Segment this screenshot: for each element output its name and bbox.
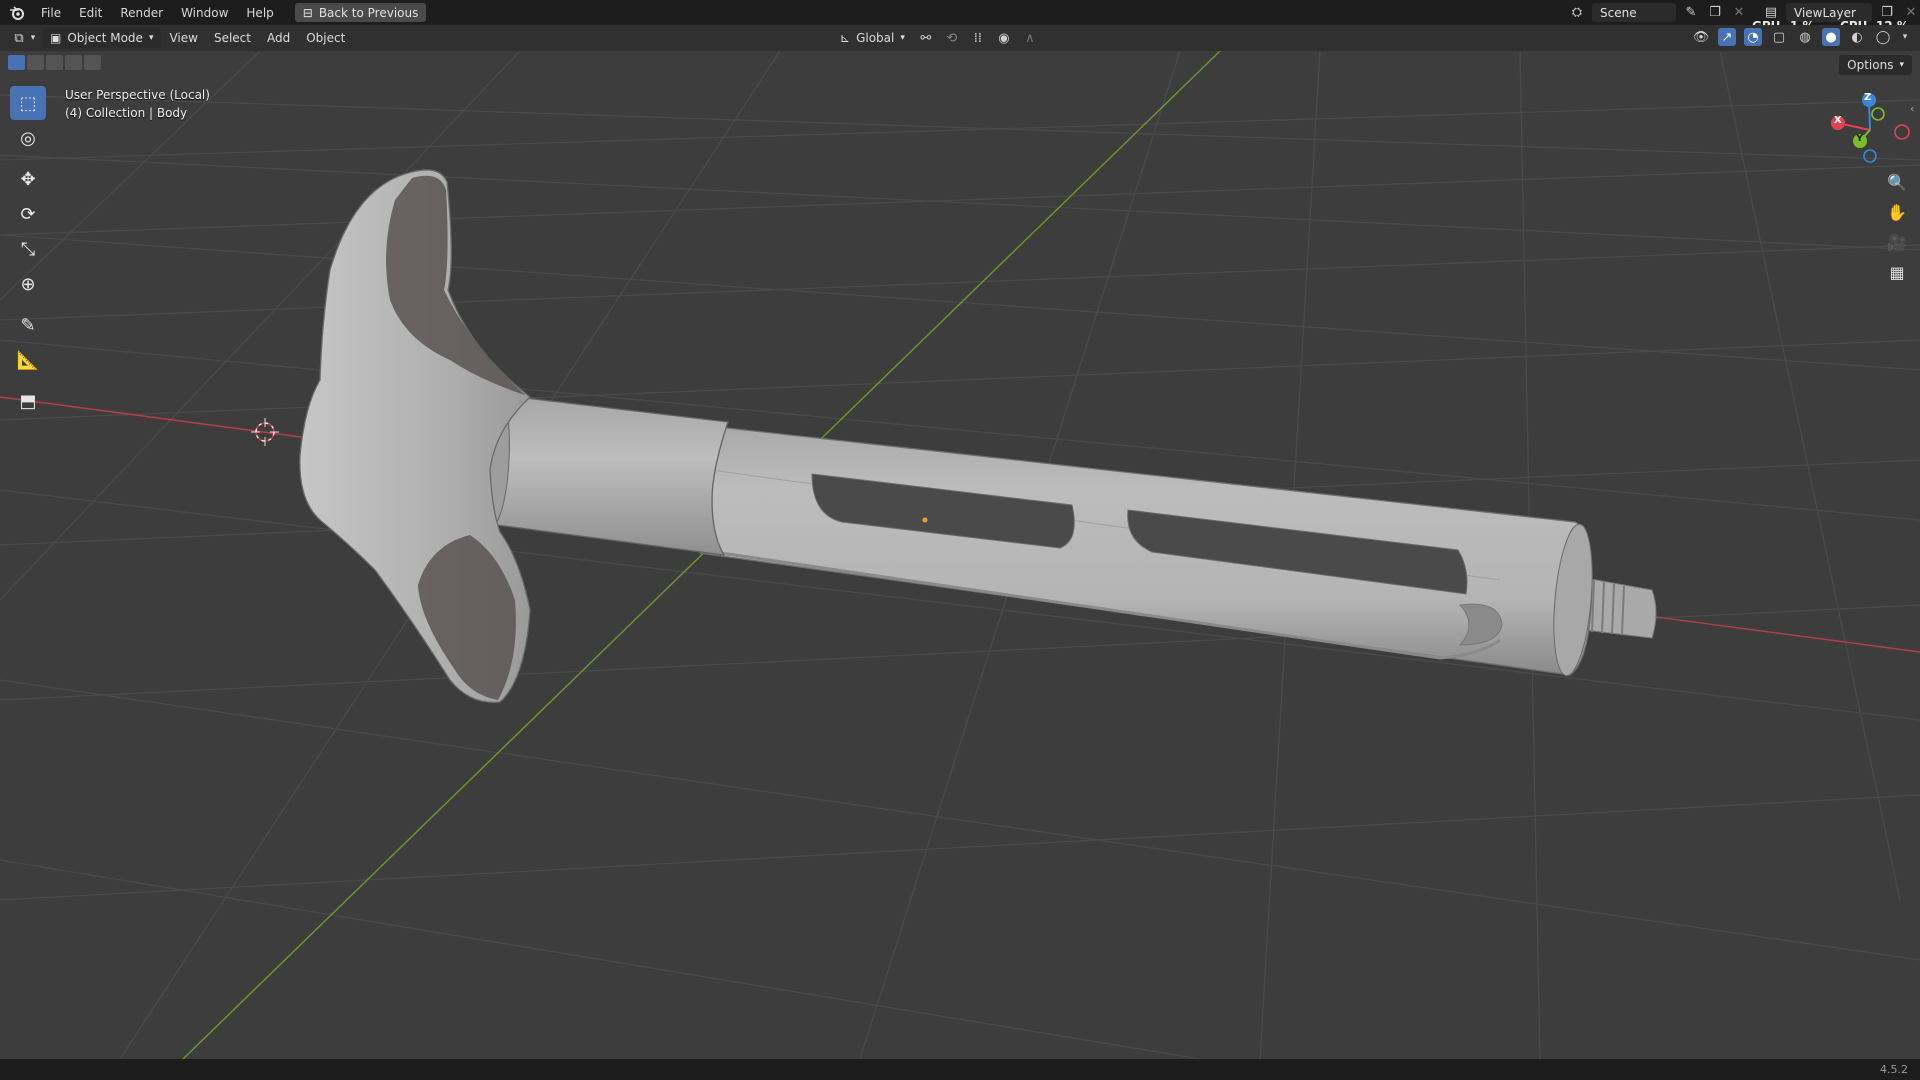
rendered-shading-icon[interactable]: ◯: [1874, 28, 1892, 46]
new-scene-icon[interactable]: ❐: [1706, 4, 1724, 22]
gizmo-x-label: X: [1834, 115, 1842, 126]
shading-options-chevron-icon[interactable]: ▾: [1900, 28, 1910, 46]
orientation-icon: ⊾: [840, 31, 851, 45]
rotate-icon[interactable]: ⟳: [10, 197, 46, 231]
overlay-toggle-icon[interactable]: ◔: [1744, 28, 1762, 46]
syringe-model: [299, 169, 1657, 703]
select-invert-icon[interactable]: [65, 55, 82, 70]
delete-scene-icon[interactable]: ✕: [1730, 4, 1748, 22]
chevron-down-icon: ▾: [148, 33, 154, 43]
orientation-label: Global: [856, 31, 895, 45]
ortho-grid-icon[interactable]: ▦: [1882, 258, 1912, 286]
proportional-edit-icon[interactable]: ◉: [995, 29, 1013, 47]
transform-icon[interactable]: ⊕: [10, 267, 46, 301]
menu-file[interactable]: File: [32, 6, 70, 20]
editor-type-icon[interactable]: ⧉: [10, 29, 28, 47]
perspective-label: User Perspective (Local): [65, 88, 210, 102]
add-cube-icon[interactable]: ⬒: [10, 384, 46, 418]
options-label: Options: [1847, 58, 1894, 72]
menu-render[interactable]: Render: [111, 6, 172, 20]
falloff-icon[interactable]: ∧: [1021, 29, 1039, 47]
chevron-down-icon: ▾: [900, 33, 905, 43]
gizmo-y-label: Y: [1856, 133, 1864, 144]
select-new-icon[interactable]: [8, 55, 25, 70]
wireframe-shading-icon[interactable]: ◍: [1796, 28, 1814, 46]
viewport-shading-controls: 👁 ↗ ◔ ▢ ◍ ● ◐ ◯ ▾: [1692, 28, 1910, 46]
navigation-gizmo[interactable]: Z X Y: [1820, 88, 1920, 168]
menu-edit[interactable]: Edit: [70, 6, 111, 20]
move-icon[interactable]: ✥: [10, 162, 46, 196]
select-mode-buttons: [8, 55, 101, 70]
zoom-icon[interactable]: 🔍: [1882, 168, 1912, 196]
material-shading-icon[interactable]: ◐: [1848, 28, 1866, 46]
visibility-icon[interactable]: 👁: [1692, 28, 1710, 46]
scene-field[interactable]: Scene: [1592, 3, 1676, 22]
viewlayer-name: ViewLayer: [1794, 5, 1856, 20]
select-box-icon[interactable]: ⬚: [10, 86, 46, 120]
cursor-icon[interactable]: ◎: [10, 121, 46, 155]
menu-object[interactable]: Object: [298, 28, 353, 48]
scale-icon[interactable]: ⤡: [10, 232, 46, 266]
xray-toggle-icon[interactable]: ▢: [1770, 28, 1788, 46]
object-mode-dropdown[interactable]: ▣ Object Mode ▾: [42, 28, 162, 48]
orientation-dropdown[interactable]: ⊾ Global ▾: [836, 28, 909, 48]
version-label: 4.5.2: [1880, 1063, 1908, 1076]
select-extend-icon[interactable]: [27, 55, 44, 70]
top-menu-bar: File Edit Render Window Help ⊟ Back to P…: [0, 0, 1920, 25]
3d-viewport[interactable]: [0, 51, 1920, 1059]
sidebar-toggle-icon[interactable]: ‹: [1910, 102, 1914, 115]
solid-shading-icon[interactable]: ●: [1822, 28, 1840, 46]
pivot-icon[interactable]: ⚯: [917, 29, 935, 47]
select-subtract-icon[interactable]: [46, 55, 63, 70]
pin-icon[interactable]: ✎: [1682, 4, 1700, 22]
pan-icon[interactable]: ✋: [1882, 198, 1912, 226]
back-to-previous-label: Back to Previous: [318, 5, 419, 20]
options-dropdown[interactable]: Options ▾: [1839, 55, 1912, 75]
gizmo-toggle-icon[interactable]: ↗: [1718, 28, 1736, 46]
scene-name: Scene: [1600, 5, 1637, 20]
gizmo-z-label: Z: [1864, 92, 1872, 103]
select-intersect-icon[interactable]: [84, 55, 101, 70]
snap-toggle-icon[interactable]: ⟲: [943, 29, 961, 47]
menu-help[interactable]: Help: [237, 6, 282, 20]
status-bar: 4.5.2: [0, 1059, 1920, 1080]
menu-window[interactable]: Window: [172, 6, 237, 20]
collection-label: (4) Collection | Body: [65, 106, 188, 120]
chevron-down-icon: ▾: [1899, 60, 1904, 70]
menu-add[interactable]: Add: [259, 28, 298, 48]
object-mode-label: Object Mode: [67, 31, 143, 45]
viewport-info: User Perspective (Local) (4) Collection …: [65, 86, 210, 122]
viewport-scene: [0, 51, 1920, 1059]
camera-icon[interactable]: 🎥: [1882, 228, 1912, 256]
measure-icon[interactable]: 📐: [10, 343, 46, 377]
viewport-header: ⧉ ▾ ▣ Object Mode ▾ View Select Add Obje…: [0, 25, 1920, 51]
annotate-icon[interactable]: ✎: [10, 308, 46, 342]
editor-type-chevron-icon[interactable]: ▾: [28, 29, 38, 47]
tool-shelf: ⬚ ◎ ✥ ⟳ ⤡ ⊕ ✎ 📐 ⬒: [8, 86, 48, 419]
transform-controls: ⊾ Global ▾ ⚯ ⟲ ⁞⁞ ◉ ∧: [836, 28, 1039, 48]
back-icon: ⊟: [302, 5, 313, 20]
blender-logo-icon[interactable]: [8, 4, 26, 22]
menu-view[interactable]: View: [161, 28, 205, 48]
object-origin-dot: [922, 517, 928, 523]
snap-increment-icon[interactable]: ⁞⁞: [969, 29, 987, 47]
back-to-previous-button[interactable]: ⊟ Back to Previous: [294, 3, 427, 22]
scene-browse-icon[interactable]: ⛭: [1568, 4, 1586, 22]
menu-select[interactable]: Select: [206, 28, 259, 48]
object-mode-icon: ▣: [50, 31, 62, 45]
